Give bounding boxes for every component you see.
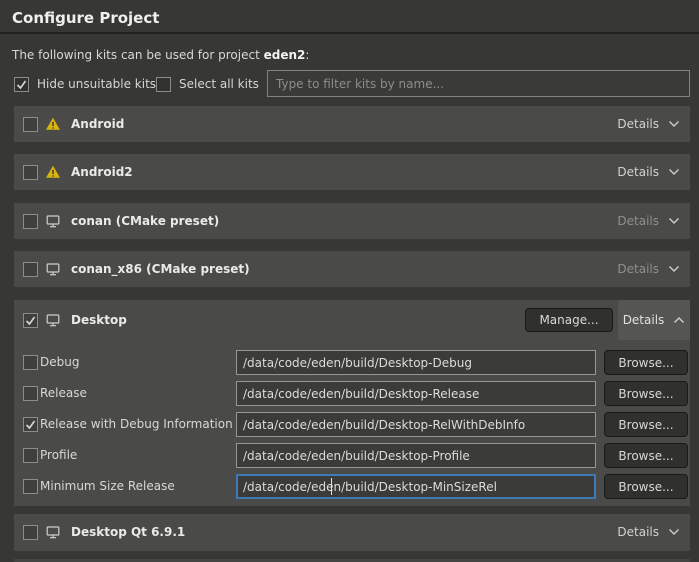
- kit-checkbox[interactable]: [23, 214, 38, 229]
- text-caret: [331, 478, 332, 495]
- kit-row-android: Android Details: [14, 106, 690, 142]
- kit-checkbox[interactable]: [23, 525, 38, 540]
- kit-name: Android2: [71, 165, 133, 179]
- select-all-kits-checkbox-group[interactable]: Select all kits: [156, 75, 259, 93]
- hide-unsuitable-kits-label: Hide unsuitable kits: [37, 77, 156, 91]
- build-directory-input[interactable]: [236, 412, 596, 437]
- kit-name: Desktop: [71, 313, 127, 327]
- build-config-checkbox[interactable]: [23, 355, 38, 370]
- kit-checkbox[interactable]: [23, 165, 38, 180]
- title-separator: [0, 32, 699, 34]
- hide-unsuitable-kits-checkbox[interactable]: [14, 77, 29, 92]
- details-toggle[interactable]: Details: [618, 300, 690, 340]
- kit-checkbox[interactable]: [23, 117, 38, 132]
- details-label: Details: [617, 214, 659, 228]
- browse-button[interactable]: Browse...: [604, 350, 688, 375]
- build-config-label: Minimum Size Release: [40, 474, 175, 499]
- warning-icon: [45, 116, 61, 132]
- hide-unsuitable-kits-checkbox-group[interactable]: Hide unsuitable kits: [14, 75, 156, 93]
- chevron-down-icon: [668, 168, 680, 176]
- build-directory-input[interactable]: [236, 350, 596, 375]
- browse-button[interactable]: Browse...: [604, 443, 688, 468]
- build-config-label: Release: [40, 381, 87, 406]
- page-title: Configure Project: [12, 9, 159, 27]
- kit-checkbox[interactable]: [23, 262, 38, 277]
- build-config-row-release-with-debug-information: Release with Debug Information Browse...: [14, 412, 690, 437]
- details-label: Details: [623, 313, 665, 327]
- build-config-row-profile: Profile Browse...: [14, 443, 690, 468]
- build-directory-input[interactable]: [236, 381, 596, 406]
- browse-button[interactable]: Browse...: [604, 412, 688, 437]
- intro-prefix: The following kits can be used for proje…: [12, 48, 264, 62]
- intro-suffix: :: [305, 48, 309, 62]
- kit-row-desktop: DesktopDetailsManage...DebugBrowse...Rel…: [14, 300, 690, 506]
- build-config-row-minimum-size-release: Minimum Size Release Browse...: [14, 474, 690, 499]
- desktop-icon: [45, 312, 61, 328]
- build-config-checkbox[interactable]: [23, 417, 38, 432]
- details-label: Details: [617, 117, 659, 131]
- details-label: Details: [617, 262, 659, 276]
- chevron-down-icon: [668, 217, 680, 225]
- build-config-checkbox[interactable]: [23, 479, 38, 494]
- details-toggle[interactable]: Details: [617, 165, 680, 179]
- kit-name: conan_x86 (CMake preset): [71, 262, 250, 276]
- intro-text: The following kits can be used for proje…: [12, 48, 309, 62]
- chevron-down-icon: [668, 265, 680, 273]
- chevron-down-icon: [668, 528, 680, 536]
- select-all-kits-checkbox[interactable]: [156, 77, 171, 92]
- kit-row-android2: Android2 Details: [14, 154, 690, 190]
- build-config-label: Release with Debug Information: [40, 412, 233, 437]
- build-config-label: Debug: [40, 350, 79, 375]
- manage-kits-button[interactable]: Manage...: [525, 308, 613, 332]
- build-config-label: Profile: [40, 443, 77, 468]
- details-toggle[interactable]: Details: [617, 214, 680, 228]
- details-label: Details: [617, 165, 659, 179]
- build-config-row-release: Release Browse...: [14, 381, 690, 406]
- kit-name: conan (CMake preset): [71, 214, 219, 228]
- build-directory-input[interactable]: [236, 443, 596, 468]
- desktop-icon: [45, 524, 61, 540]
- kit-name: Desktop Qt 6.9.1: [71, 525, 185, 539]
- details-toggle[interactable]: Details: [617, 525, 680, 539]
- details-label: Details: [617, 525, 659, 539]
- build-config-checkbox[interactable]: [23, 448, 38, 463]
- kit-checkbox[interactable]: [23, 313, 38, 328]
- details-toggle[interactable]: Details: [617, 117, 680, 131]
- browse-button[interactable]: Browse...: [604, 381, 688, 406]
- kit-name: Android: [71, 117, 124, 131]
- build-config-row-debug: Debug Browse...: [14, 350, 690, 375]
- kit-row-conan-cmake-preset: conan (CMake preset) Details: [14, 203, 690, 239]
- desktop-icon: [45, 261, 61, 277]
- kit-filter-input[interactable]: [267, 70, 690, 97]
- browse-button[interactable]: Browse...: [604, 474, 688, 499]
- desktop-icon: [45, 213, 61, 229]
- build-directory-input[interactable]: [236, 474, 596, 499]
- kit-row-desktop-qt-6-9-1: Desktop Qt 6.9.1 Details: [14, 514, 690, 551]
- details-toggle[interactable]: Details: [617, 262, 680, 276]
- kit-row-conan-x86-cmake-preset: conan_x86 (CMake preset) Details: [14, 251, 690, 287]
- select-all-kits-label: Select all kits: [179, 77, 259, 91]
- chevron-down-icon: [668, 120, 680, 128]
- project-name: eden2: [264, 48, 306, 62]
- build-config-checkbox[interactable]: [23, 386, 38, 401]
- warning-icon: [45, 164, 61, 180]
- chevron-up-icon: [673, 316, 685, 324]
